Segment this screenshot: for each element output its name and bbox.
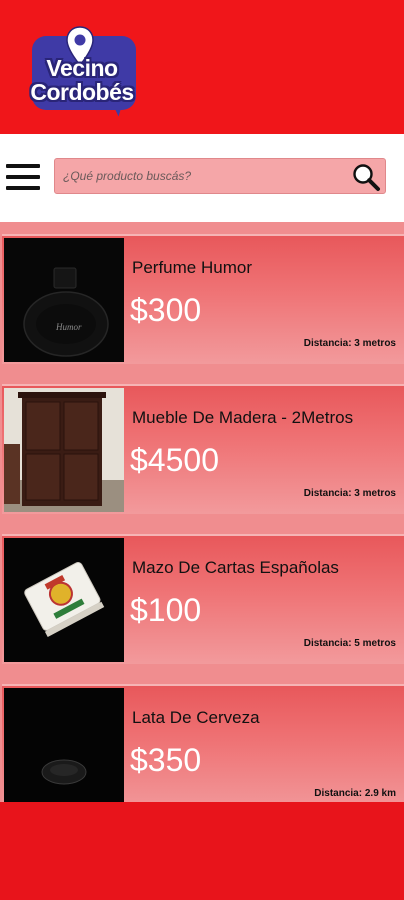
product-title: Perfume Humor — [132, 258, 252, 277]
product-distance: Distancia: 3 metros — [303, 488, 396, 499]
perfume-bottle-image: Humor — [4, 238, 124, 362]
logo-text: Vecino Cordobés — [14, 56, 150, 104]
product-distance: Distancia: 5 metros — [303, 638, 396, 649]
search-toolbar — [0, 134, 404, 222]
magnifier-icon[interactable] — [351, 162, 381, 192]
product-title: Mueble De Madera - 2Metros — [132, 408, 354, 427]
beer-can-image — [4, 688, 124, 802]
product-card[interactable]: Mueble De Madera - 2Metros $4500 Distanc… — [2, 384, 404, 514]
product-list: Humor Perfume Humor $300 Distancia: 3 me… — [0, 222, 404, 802]
product-title: Lata De Cerveza — [132, 708, 260, 727]
logo-line-1: Vecino — [46, 55, 118, 81]
product-card[interactable]: Mazo De Cartas Españolas $100 Distancia:… — [2, 534, 404, 664]
product-image-perfume: Humor — [4, 238, 124, 362]
product-image-beer-can — [4, 688, 124, 802]
app-logo[interactable]: Vecino Cordobés — [14, 26, 150, 118]
search-bar — [54, 158, 386, 194]
product-image-card-deck — [4, 538, 124, 662]
logo-line-2: Cordobés — [30, 79, 134, 105]
product-price: $4500 — [130, 442, 219, 478]
bottom-bar — [0, 802, 404, 900]
product-distance: Distancia: 2.9 km — [314, 788, 396, 799]
app-header: Vecino Cordobés — [0, 0, 404, 134]
hamburger-menu-icon[interactable] — [6, 164, 40, 190]
product-price: $100 — [130, 592, 202, 628]
product-price: $300 — [130, 292, 202, 328]
wooden-wardrobe-image — [4, 388, 124, 512]
product-image-wardrobe — [4, 388, 124, 512]
svg-text:Humor: Humor — [55, 322, 82, 332]
search-input[interactable] — [63, 159, 343, 193]
product-card[interactable]: Lata De Cerveza $350 Distancia: 2.9 km — [2, 684, 404, 802]
product-price: $350 — [130, 742, 202, 778]
product-distance: Distancia: 3 metros — [303, 338, 396, 349]
product-card[interactable]: Humor Perfume Humor $300 Distancia: 3 me… — [2, 234, 404, 364]
card-deck-image — [4, 538, 124, 662]
product-title: Mazo De Cartas Españolas — [132, 558, 339, 577]
